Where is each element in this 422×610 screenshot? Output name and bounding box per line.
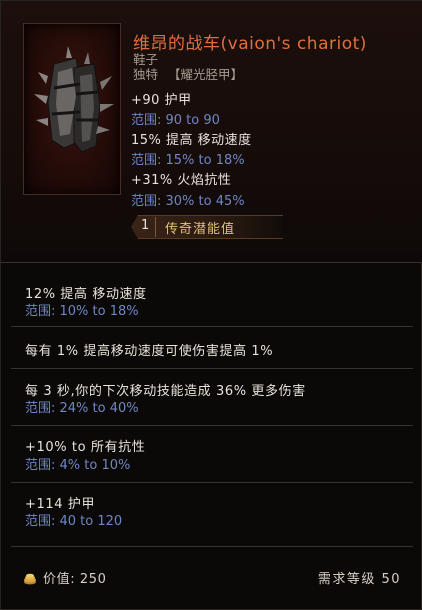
item-value: 价值: 250 bbox=[23, 568, 107, 587]
legendary-potential-label: 传奇潜能值 bbox=[165, 222, 236, 237]
implicit-stat: +31% 火焰抗性 bbox=[131, 173, 232, 188]
affix-range: 范围: 40 to 120 bbox=[25, 514, 123, 529]
spiked-greaves-icon bbox=[34, 46, 114, 153]
footer-divider bbox=[11, 546, 413, 547]
tooltip-header: 维昂的战车(vaion's chariot) 鞋子 独特 【耀光胫甲】 +90 … bbox=[1, 1, 422, 263]
implicit-range: 范围: 90 to 90 bbox=[131, 113, 220, 128]
affix-text: +10% to 所有抗性 bbox=[25, 440, 146, 455]
affix-range: 范围: 4% to 10% bbox=[25, 458, 131, 473]
legendary-potential-count: 1 bbox=[141, 218, 150, 233]
implicit-stat: +90 护甲 bbox=[131, 93, 192, 108]
affix-range: 范围: 24% to 40% bbox=[25, 401, 139, 416]
affix-text: 每有 1% 提高移动速度可使伤害提高 1% bbox=[25, 344, 274, 359]
implicit-range: 范围: 15% to 18% bbox=[131, 153, 245, 168]
item-rarity-line: 独特 【耀光胫甲】 bbox=[133, 64, 243, 83]
item-base-type: 【耀光胫甲】 bbox=[168, 67, 244, 82]
affix-range: 范围: 10% to 18% bbox=[25, 304, 139, 319]
affix-divider bbox=[11, 482, 413, 483]
gold-coin-icon bbox=[24, 573, 36, 585]
implicit-stat: 15% 提高 移动速度 bbox=[131, 133, 252, 148]
affix-divider bbox=[11, 368, 413, 369]
item-icon-frame bbox=[23, 23, 121, 195]
badge-divider bbox=[155, 217, 156, 237]
item-name: 维昂的战车(vaion's chariot) bbox=[133, 34, 367, 54]
affix-divider bbox=[11, 326, 413, 327]
item-value-label: 价值: 250 bbox=[43, 572, 107, 587]
implicit-range: 范围: 30% to 45% bbox=[131, 194, 245, 209]
item-tooltip: 维昂的战车(vaion's chariot) 鞋子 独特 【耀光胫甲】 +90 … bbox=[0, 0, 422, 610]
affix-divider bbox=[11, 425, 413, 426]
item-rarity: 独特 bbox=[133, 67, 159, 82]
required-level: 需求等级 50 bbox=[317, 572, 401, 587]
